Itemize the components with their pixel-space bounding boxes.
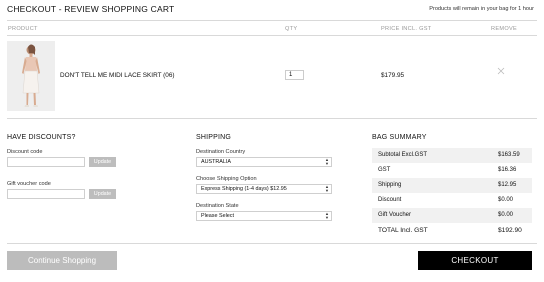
- select-arrows-icon: ▲ ▼: [325, 157, 329, 166]
- discount-code-label: Discount code: [7, 149, 43, 155]
- summary-row-subtotal: Subtotal Excl.GST $163.59: [372, 148, 532, 163]
- quantity-input[interactable]: 1: [285, 70, 304, 80]
- summary-row-gst: GST $16.36: [372, 163, 532, 178]
- item-price: $179.95: [381, 72, 405, 79]
- summary-row-discount: Discount $0.00: [372, 193, 532, 208]
- summary-value: $16.36: [498, 167, 517, 173]
- column-header-qty: QTY: [285, 26, 298, 32]
- remove-item-button[interactable]: [497, 67, 505, 75]
- header-divider: [7, 20, 537, 21]
- page-title: CHECKOUT - REVIEW SHOPPING CART: [7, 4, 175, 14]
- destination-country-select[interactable]: AUSTRALIA ▲ ▼: [196, 157, 332, 167]
- product-thumbnail[interactable]: [7, 41, 55, 111]
- summary-value: $192.90: [498, 227, 522, 234]
- column-header-remove: REMOVE: [491, 26, 518, 32]
- gift-voucher-field[interactable]: [7, 189, 85, 199]
- close-icon: [497, 67, 505, 75]
- summary-value: $163.59: [498, 152, 520, 158]
- summary-row-shipping: Shipping $12.95: [372, 178, 532, 193]
- shipping-option-select[interactable]: Express Shipping (1-4 days) $12.95 ▲ ▼: [196, 184, 332, 194]
- gift-voucher-label: Gift voucher code: [7, 181, 51, 187]
- column-header-divider: [7, 35, 537, 36]
- destination-country-label: Destination Country: [196, 149, 246, 155]
- destination-state-label: Destination State: [196, 203, 239, 209]
- shipping-title: SHIPPING: [196, 134, 232, 141]
- shipping-option-label: Choose Shipping Option: [196, 176, 257, 182]
- summary-row-total: TOTAL Incl. GST $192.90: [372, 223, 532, 238]
- summary-label: Discount: [378, 197, 402, 203]
- bag-summary-table: Subtotal Excl.GST $163.59 GST $16.36 Shi…: [372, 148, 532, 238]
- bag-timer-note: Products will remain in your bag for 1 h…: [429, 6, 534, 12]
- destination-state-value: Please Select: [201, 213, 234, 219]
- column-header-price: PRICE INCL. GST: [381, 26, 432, 32]
- destination-state-select[interactable]: Please Select ▲ ▼: [196, 211, 332, 221]
- product-name[interactable]: DON'T TELL ME MIDI LACE SKIRT (06): [60, 72, 175, 79]
- summary-label: Shipping: [378, 182, 402, 188]
- checkout-button[interactable]: CHECKOUT: [418, 251, 532, 270]
- shipping-option-value: Express Shipping (1-4 days) $12.95: [201, 186, 287, 192]
- summary-label: GST: [378, 167, 391, 173]
- destination-country-value: AUSTRALIA: [201, 159, 231, 165]
- voucher-update-button[interactable]: Update: [89, 189, 116, 199]
- bag-summary-title: BAG SUMMARY: [372, 134, 427, 141]
- summary-value: $0.00: [498, 212, 514, 218]
- select-arrows-icon: ▲ ▼: [325, 184, 329, 193]
- footer-divider: [7, 243, 537, 244]
- column-header-product: PRODUCT: [8, 26, 38, 32]
- summary-value: $0.00: [498, 197, 514, 203]
- summary-label: TOTAL Incl. GST: [378, 227, 428, 234]
- summary-row-gift-voucher: Gift Voucher $0.00: [372, 208, 532, 223]
- discount-update-button[interactable]: Update: [89, 157, 116, 167]
- continue-shopping-button[interactable]: Continue Shopping: [7, 251, 117, 270]
- discount-code-field[interactable]: [7, 157, 85, 167]
- select-arrows-icon: ▲ ▼: [325, 211, 329, 220]
- cart-divider: [7, 118, 537, 119]
- summary-label: Gift Voucher: [378, 212, 412, 218]
- discounts-title: HAVE DISCOUNTS?: [7, 134, 76, 141]
- summary-value: $12.95: [498, 182, 517, 188]
- summary-label: Subtotal Excl.GST: [378, 152, 428, 158]
